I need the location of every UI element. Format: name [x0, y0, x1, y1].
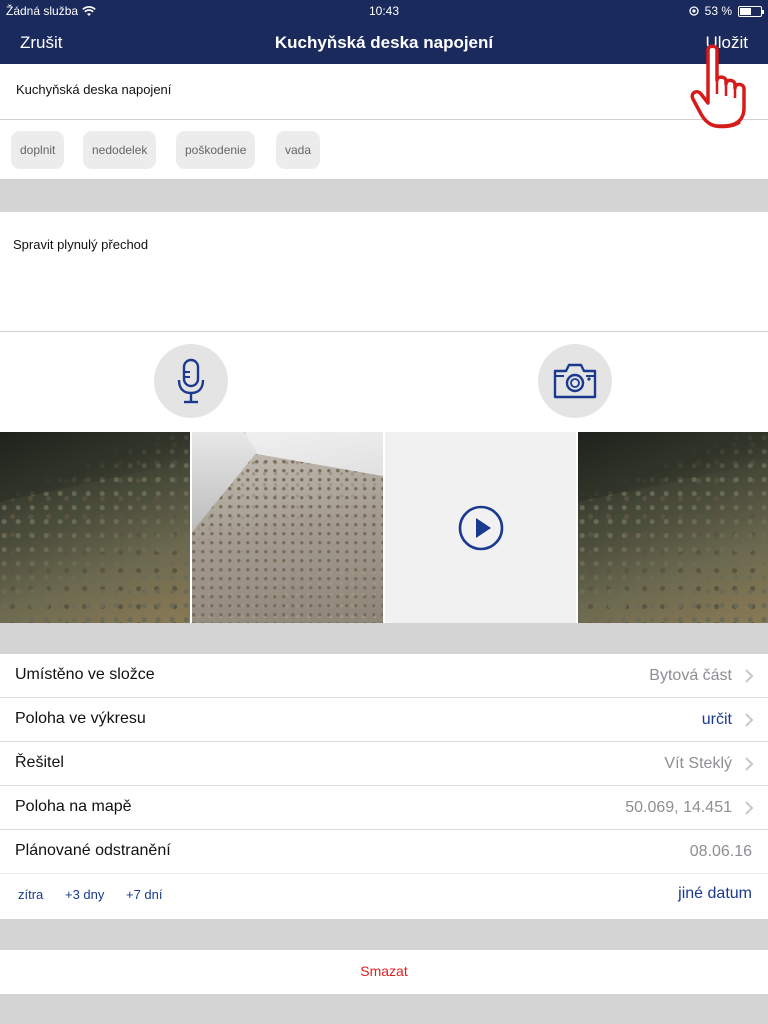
row-value: 08.06.16 — [689, 843, 752, 860]
tag-bar: doplnit nedodelek poškodenie vada — [0, 120, 768, 180]
status-bar: Žádná služba 10:43 53 % — [0, 0, 768, 22]
clock: 10:43 — [368, 4, 400, 18]
battery-percent: 53 % — [704, 4, 732, 18]
row-value: Bytová část — [649, 667, 732, 684]
photo-thumbnail[interactable] — [0, 432, 190, 623]
row-label: Poloha ve výkresu — [15, 710, 146, 727]
pointing-hand-icon — [690, 44, 746, 129]
tag-nedodelek[interactable]: nedodelek — [83, 131, 157, 169]
item-title-field[interactable]: Kuchyňská deska napojení — [0, 64, 768, 120]
photo-edge — [0, 432, 190, 502]
photo-wall — [192, 432, 257, 532]
date-plus7-button[interactable]: +7 dní — [126, 887, 163, 902]
photo-gallery — [0, 432, 768, 623]
row-folder[interactable]: Umístěno ve složce Bytová část — [0, 654, 768, 698]
delete-section: Smazat — [0, 950, 768, 994]
row-map-position[interactable]: Poloha na mapě 50.069, 14.451 — [0, 786, 768, 830]
description-field[interactable]: Spravit plynulý přechod — [0, 212, 768, 332]
row-label: Poloha na mapě — [15, 798, 132, 815]
item-title-text: Kuchyňská deska napojení — [16, 82, 172, 97]
row-label: Řešitel — [15, 754, 64, 771]
chevron-right-icon — [745, 757, 754, 771]
date-plus3-button[interactable]: +3 dny — [65, 887, 104, 902]
play-icon — [458, 505, 503, 550]
battery-fill — [740, 7, 751, 15]
chevron-right-icon — [745, 801, 754, 815]
row-label: Umístěno ve složce — [15, 666, 155, 683]
media-buttons — [0, 332, 768, 432]
location-icon — [688, 6, 699, 16]
description-text: Spravit plynulý přechod — [13, 237, 149, 252]
tag-poskodenie[interactable]: poškodenie — [176, 131, 256, 169]
status-right: 53 % — [688, 4, 764, 18]
row-value: určit — [701, 711, 732, 728]
page-title: Kuchyňská deska napojení — [274, 33, 494, 52]
row-value: 50.069, 14.451 — [625, 799, 732, 816]
row-drawing-position[interactable]: Poloha ve výkresu určit — [0, 698, 768, 742]
other-date-button[interactable]: jiné datum — [678, 885, 752, 903]
chevron-right-icon — [745, 713, 754, 727]
quick-date-bar: zítra +3 dny +7 dní jiné datum — [0, 872, 768, 919]
navigation-bar: Zrušit Kuchyňská deska napojení Uložit — [0, 22, 768, 64]
record-audio-button[interactable] — [154, 344, 228, 418]
battery-icon — [738, 5, 764, 17]
photo-edge — [578, 432, 768, 502]
row-planned-removal: Plánované odstranění 08.06.16 — [0, 830, 768, 874]
row-value: Vít Steklý — [664, 755, 732, 772]
photo-thumbnail[interactable] — [192, 432, 383, 623]
photo-thumbnail[interactable] — [578, 432, 768, 623]
camera-icon — [553, 363, 597, 399]
video-thumbnail[interactable] — [385, 432, 576, 623]
take-photo-button[interactable] — [538, 344, 612, 418]
row-label: Plánované odstranění — [15, 842, 171, 859]
delete-button[interactable]: Smazat — [0, 963, 768, 979]
details-list: Umístěno ve složce Bytová část Poloha ve… — [0, 654, 768, 919]
tag-vada[interactable]: vada — [276, 131, 321, 169]
tag-doplnit[interactable]: doplnit — [11, 131, 65, 169]
date-tomorrow-button[interactable]: zítra — [18, 887, 43, 902]
chevron-right-icon — [745, 669, 754, 683]
row-assignee[interactable]: Řešitel Vít Steklý — [0, 742, 768, 786]
microphone-icon — [177, 358, 205, 404]
